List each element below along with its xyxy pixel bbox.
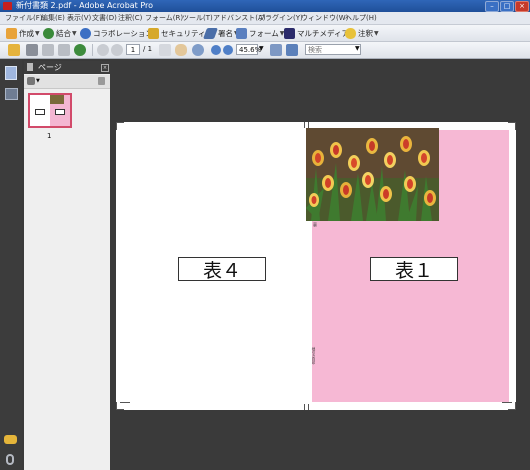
pages-panel-icon[interactable] bbox=[5, 66, 17, 80]
fit-page-icon[interactable] bbox=[270, 44, 282, 56]
navigation-toolbar: 1 / 1 45.6% ▼ 検索 ▼ bbox=[0, 42, 530, 59]
menu-file[interactable]: ファイル(F) bbox=[5, 12, 43, 24]
thumbnail-page-number: 1 bbox=[47, 132, 52, 140]
document-view: 表４ 表１ 裏 地引き目印 bbox=[110, 59, 530, 470]
small-mark-text: 裏 bbox=[313, 222, 317, 227]
email-icon[interactable] bbox=[58, 44, 70, 56]
crop-mark bbox=[116, 122, 124, 123]
thumbnail-photo bbox=[50, 95, 64, 104]
previous-page-icon[interactable] bbox=[97, 44, 109, 56]
zoom-in-icon[interactable] bbox=[223, 45, 233, 55]
maximize-button[interactable]: □ bbox=[500, 1, 514, 12]
pdf-page: 表４ 表１ 裏 地引き目印 bbox=[116, 122, 516, 410]
close-button[interactable]: × bbox=[515, 1, 529, 12]
pages-panel-toolbar: ▼ bbox=[24, 75, 110, 89]
create-button[interactable]: 作成 ▼ bbox=[6, 26, 40, 40]
thumbnail-label-box-left bbox=[35, 109, 45, 115]
window-title: 新付書類 2.pdf - Adobe Acrobat Pro bbox=[16, 1, 154, 10]
select-text-icon[interactable] bbox=[159, 44, 171, 56]
thumbnail-label-box-right bbox=[55, 109, 65, 115]
next-page-icon[interactable] bbox=[111, 44, 123, 56]
collaborate-button[interactable]: コラボレーション▼ bbox=[80, 26, 158, 40]
center-crop-mark bbox=[308, 122, 309, 128]
form-icon bbox=[236, 27, 247, 39]
title-bar: 新付書類 2.pdf - Adobe Acrobat Pro – □ × bbox=[0, 0, 530, 12]
fit-width-icon[interactable] bbox=[286, 44, 298, 56]
front-cover-label: 表１ bbox=[370, 257, 458, 282]
pages-panel-title: ページ bbox=[38, 63, 62, 72]
pen-icon bbox=[202, 27, 219, 39]
tulip-photo-image bbox=[306, 128, 439, 221]
collaborate-small-icon[interactable] bbox=[74, 44, 86, 56]
hand-tool-icon[interactable] bbox=[175, 44, 187, 56]
center-crop-mark bbox=[304, 404, 305, 410]
collaborate-icon bbox=[80, 27, 91, 39]
menu-window[interactable]: ウィンドウ(W) bbox=[301, 12, 348, 24]
crop-mark bbox=[515, 402, 516, 410]
crop-mark bbox=[502, 402, 512, 403]
menu-forms[interactable]: フォーム(R) bbox=[145, 12, 183, 24]
trash-icon[interactable] bbox=[98, 77, 105, 85]
crop-mark bbox=[116, 409, 124, 410]
vertical-note-text: 地引き目印 bbox=[312, 347, 316, 365]
sign-button[interactable]: 署名▼ bbox=[202, 26, 239, 40]
zoom-level-input[interactable]: 45.6% bbox=[236, 44, 261, 55]
toolbar-separator bbox=[92, 44, 93, 56]
lock-icon bbox=[148, 27, 159, 39]
zoom-dropdown-icon[interactable]: ▼ bbox=[259, 45, 264, 52]
crop-mark bbox=[515, 122, 516, 130]
menu-comment[interactable]: 注釈(C) bbox=[118, 12, 142, 24]
crop-mark bbox=[116, 122, 117, 130]
search-input[interactable]: 検索 bbox=[305, 44, 361, 55]
menu-help[interactable]: ヘルプ(H) bbox=[345, 12, 377, 24]
combine-button[interactable]: 結合 ▼ bbox=[43, 26, 77, 40]
crop-mark bbox=[120, 402, 130, 403]
bookmarks-panel-icon[interactable] bbox=[5, 88, 18, 100]
comments-panel-icon[interactable] bbox=[4, 435, 17, 444]
pages-panel-header: ページ × bbox=[24, 61, 110, 74]
comment-button[interactable]: 注釈 ▼ bbox=[345, 26, 379, 40]
page-total: / 1 bbox=[143, 45, 153, 53]
back-cover-label: 表４ bbox=[178, 257, 266, 282]
panel-page-icon bbox=[27, 63, 33, 71]
tasks-toolbar: 作成▼ 結合▼ コラボレーション▼ セキュリティ▼ 署名▼ フォーム▼ マルチメ… bbox=[0, 25, 530, 42]
save-icon[interactable] bbox=[42, 44, 54, 56]
open-folder-icon[interactable] bbox=[8, 44, 20, 56]
zoom-tool-icon[interactable] bbox=[192, 44, 204, 56]
menu-edit[interactable]: 編集(E) bbox=[41, 12, 65, 24]
page-thumbnail[interactable] bbox=[28, 93, 72, 128]
menu-bar: ファイル(F) 編集(E) 表示(V) 文書(D) 注釈(C) フォーム(R) … bbox=[0, 12, 530, 25]
options-dropdown-icon[interactable]: ▼ bbox=[36, 78, 40, 84]
menu-plugins[interactable]: プラグイン(Y) bbox=[258, 12, 303, 24]
center-crop-mark bbox=[308, 404, 309, 410]
print-icon[interactable] bbox=[26, 44, 38, 56]
menu-tools[interactable]: ツール(T) bbox=[182, 12, 213, 24]
minimize-button[interactable]: – bbox=[485, 1, 499, 12]
pages-panel: ページ × ▼ 1 bbox=[24, 61, 110, 470]
menu-view[interactable]: 表示(V) bbox=[67, 12, 91, 24]
search-dropdown-icon[interactable]: ▼ bbox=[355, 45, 360, 52]
panel-close-icon[interactable]: × bbox=[101, 64, 109, 72]
center-crop-mark bbox=[304, 122, 305, 128]
film-icon bbox=[284, 27, 295, 39]
zoom-out-icon[interactable] bbox=[211, 45, 221, 55]
page-number-input[interactable]: 1 bbox=[126, 44, 140, 55]
create-pdf-icon bbox=[6, 27, 17, 39]
attachments-panel-icon[interactable] bbox=[6, 454, 14, 465]
secure-button[interactable]: セキュリティ▼ bbox=[148, 26, 211, 40]
combine-icon bbox=[43, 27, 54, 39]
forms-button[interactable]: フォーム ▼ bbox=[236, 26, 284, 40]
acrobat-app-icon bbox=[3, 2, 12, 10]
menu-document[interactable]: 文書(D) bbox=[92, 12, 117, 24]
tulip-photo bbox=[306, 128, 439, 221]
comment-icon bbox=[345, 27, 356, 39]
options-icon[interactable] bbox=[27, 77, 35, 85]
crop-mark bbox=[116, 402, 117, 410]
navigation-pane-strip bbox=[0, 59, 22, 470]
